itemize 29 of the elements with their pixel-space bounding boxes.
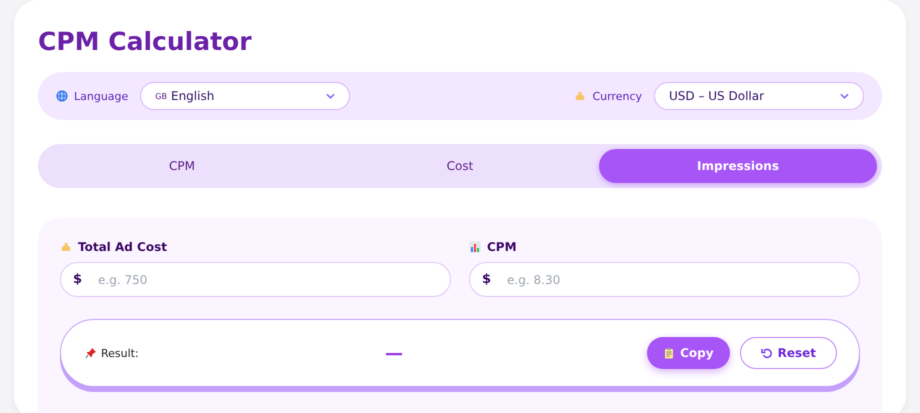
currency-symbol: $ bbox=[482, 272, 492, 287]
field-label: Total Ad Cost bbox=[78, 240, 167, 254]
tab[interactable]: CPM bbox=[43, 149, 321, 183]
field-label: CPM bbox=[487, 240, 517, 254]
amount-input[interactable]: e.g. 750 bbox=[96, 272, 438, 288]
amount-input[interactable]: e.g. 8.30 bbox=[505, 272, 847, 288]
result-label: Result: bbox=[101, 346, 139, 360]
page-title: CPM Calculator bbox=[38, 26, 253, 58]
amount-field[interactable]: $ e.g. 750 bbox=[60, 262, 451, 297]
amount-field[interactable]: $ e.g. 8.30 bbox=[469, 262, 860, 297]
tab[interactable]: Impressions bbox=[599, 149, 877, 183]
tab[interactable]: Cost bbox=[321, 149, 599, 183]
chevron-down-icon bbox=[326, 93, 336, 99]
pushpin-icon bbox=[85, 347, 97, 359]
language-label: Language bbox=[74, 90, 128, 102]
copy-button[interactable]: Copy bbox=[647, 337, 730, 369]
currency-select[interactable]: USD – US Dollar bbox=[654, 82, 864, 110]
clipboard-icon bbox=[663, 347, 676, 359]
money-bag-icon bbox=[574, 90, 586, 102]
chevron-down-icon bbox=[840, 93, 849, 99]
reset-button[interactable]: Reset bbox=[740, 337, 837, 369]
bar-chart-icon bbox=[469, 241, 481, 253]
result-value: — bbox=[385, 342, 403, 364]
language-select[interactable]: GB English bbox=[140, 82, 350, 110]
currency-label: Currency bbox=[592, 90, 642, 102]
money-bag-icon bbox=[60, 241, 72, 253]
reset-icon bbox=[760, 347, 773, 359]
currency-symbol: $ bbox=[73, 272, 82, 287]
globe-icon bbox=[56, 90, 68, 102]
